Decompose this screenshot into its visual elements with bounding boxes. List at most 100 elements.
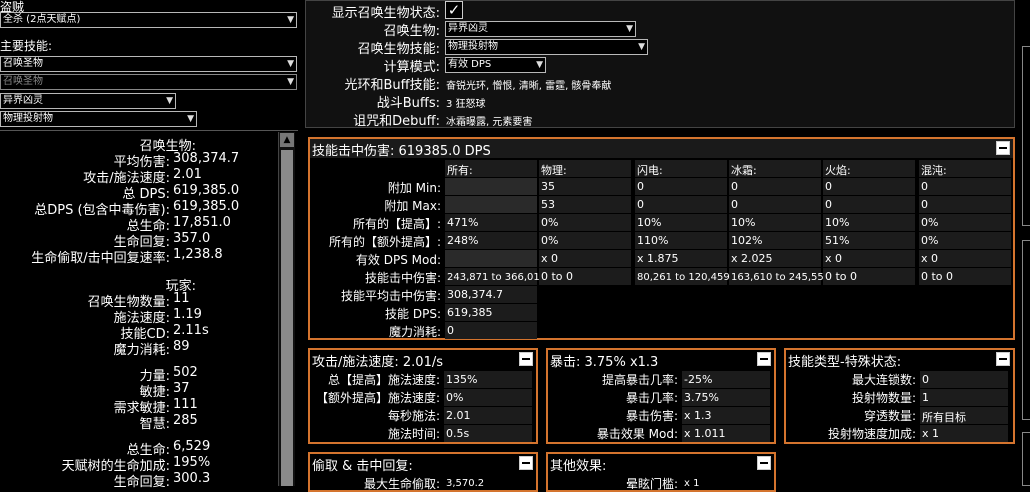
chevron-down-icon: ▼ [536,60,543,70]
collapse-other-button[interactable] [757,456,771,470]
main-skill-select[interactable]: 召唤圣物 ▼ [0,56,297,72]
collapse-hit-button[interactable] [996,141,1010,155]
hit-cell: 0 [731,180,738,193]
scrollbar-thumb[interactable] [281,150,293,486]
calc-mode-combo[interactable]: 有效 DPS ▼ [445,57,546,73]
stat-value: 11 [173,291,190,306]
chevron-down-icon: ▼ [626,24,633,34]
scroll-up-icon[interactable]: ▲ [280,133,294,147]
box-row-value: x 1.3 [684,409,712,422]
minion-skill-select[interactable]: 物理投射物 ▼ [0,111,197,127]
stats-scrollbar[interactable]: ▲ [278,132,295,486]
speed-title: 攻击/施法速度: 2.01/s [312,355,443,370]
show-minion-stats-checkbox[interactable]: ✓ [445,1,463,19]
right-edge-panel [1019,0,1030,486]
stat-value: 619,385.0 [173,183,240,198]
box-row-label: 暴击效果 Mod: [596,427,678,441]
hit-cell: x 2.025 [731,252,773,265]
collapse-leech-button[interactable] [519,456,533,470]
stat-value: 502 [173,365,198,380]
column-header: 所有: [447,164,473,177]
curse-label: 诅咒和Debuff: [353,114,440,129]
hit-cell-bg [445,196,537,213]
stat-label: 生命偷取/击中回复速率: [31,251,170,266]
hit-row-label: 技能 DPS: [385,307,441,321]
minion-label: 召唤生物: [383,24,440,39]
chevron-down-icon: ▼ [287,59,294,69]
other-effects-section: 其他效果: 晕眩门槛: x 1 [546,452,776,492]
minion-skill-label: 召唤生物技能: [357,42,440,57]
hit-cell: 0 [921,198,928,211]
minion-skill-combo[interactable]: 物理投射物 ▼ [445,39,648,55]
chevron-down-icon: ▼ [166,96,173,106]
show-minion-stats-label: 显示召唤生物状态: [331,6,440,21]
hit-cell-bg [823,178,915,195]
minion-select[interactable]: 异界凶灵 ▼ [0,93,176,109]
hit-cell-bg [635,196,727,213]
hit-row-label: 有效 DPS Mod: [355,253,441,267]
hit-cell: 0% [541,234,559,247]
other-first-label: 晕眩门槛: [625,477,678,491]
leech-title: 偷取 & 击中回复: [312,459,413,474]
stat-value: 619,385.0 [173,199,240,214]
box-row-label: 总【提高】施法速度: [327,373,440,387]
stat-label: 生命回复: [113,475,170,490]
hit-cell: 0% [921,216,939,229]
minion-combo[interactable]: 异界凶灵 ▼ [445,21,636,37]
leech-first-label: 最大生命偷取: [363,477,440,491]
box-row-value: 2.01 [446,409,471,422]
box-row-value: 1 [922,391,929,404]
box-row-label: 暴击几率: [625,391,678,405]
curse-value: 冰霜曝露, 元素要害 [446,117,533,128]
chevron-down-icon: ▼ [638,42,645,52]
column-header: 物理: [541,164,567,177]
hit-cell-bg [445,322,537,339]
main-skill-label: 主要技能: [0,39,53,53]
stat-value: 1,238.8 [173,247,223,262]
skill-type-section: 技能类型-特殊状态: 最大连锁数: 0 投射物数量: 1 穿透数量: 所有目标 投射物速度加… [784,348,1015,444]
sub-skill-select[interactable]: 召唤圣物 ▼ [0,74,297,90]
config-panel: 显示召唤生物状态: ✓ 召唤生物: 异界凶灵 ▼ 召唤生物技能: 物理投射物 ▼ 计… [305,0,1015,129]
collapse-crit-button[interactable] [757,352,771,366]
other-first-value: x 1 [684,478,700,489]
hit-cell: x 0 [541,252,559,265]
hit-row-label: 技能击中伤害: [364,271,441,285]
hit-cell: 0 [825,198,832,211]
speed-section: 攻击/施法速度: 2.01/s 总【提高】施法速度: 135% 【额外提高】施法速度… [308,348,538,444]
hit-cell: 0 [637,180,644,193]
box-row-label: 投射物速度加成: [827,427,916,441]
box-row-label: 穿透数量: [863,409,916,423]
box-cell-bg [920,389,1008,406]
box-row-value: -25% [684,373,713,386]
stats-panel: 召唤生物: 平均伤害: 308,374.7 攻击/施法速度: 2.01 总 DPS: 61… [0,130,298,490]
chevron-down-icon: ▼ [187,114,194,124]
hit-cell: 35 [541,180,555,193]
column-header: 冰霜: [731,164,757,177]
column-header: 火焰: [825,164,851,177]
collapse-speed-button[interactable] [519,352,533,366]
stat-value: 357.0 [173,231,211,246]
stat-value: 285 [173,413,198,428]
aura-label: 光环和Buff技能: [344,78,441,93]
stat-value: 195% [173,455,211,470]
hit-cell-bg [823,196,915,213]
ascendancy-select[interactable]: 全杀 (2点天赋点) ▼ [0,12,297,28]
chevron-down-icon: ▼ [287,77,294,87]
column-header: 闪电: [637,164,663,177]
hit-cell: 0 [637,198,644,211]
box-row-value: 所有目标 [922,411,966,424]
hit-row-label: 所有的【额外提高】: [328,235,441,249]
stat-value: 1.19 [173,307,202,322]
hit-cell-bg [635,178,727,195]
hit-cell-bg [729,178,821,195]
crit-section: 暴击: 3.75% x1.3 提高暴击几率: -25% 暴击几率: 3.75% 暴击伤害… [546,348,776,444]
box-row-label: 提高暴击几率: [601,373,678,387]
hit-row-label: 所有的【提高】: [352,217,441,231]
skill-type-title: 技能类型-特殊状态: [788,355,902,370]
hit-damage-section: 技能击中伤害: 619385.0 DPS 所有: 物理: 闪电: 冰霜: 火焰: 混沌: 附… [308,137,1015,340]
hit-cell: 308,374.7 [447,288,503,301]
hit-cell: 0 [447,324,454,337]
collapse-skill-type-button[interactable] [996,352,1010,366]
hit-row-label: 附加 Min: [387,181,441,195]
hit-cell-bg [729,196,821,213]
